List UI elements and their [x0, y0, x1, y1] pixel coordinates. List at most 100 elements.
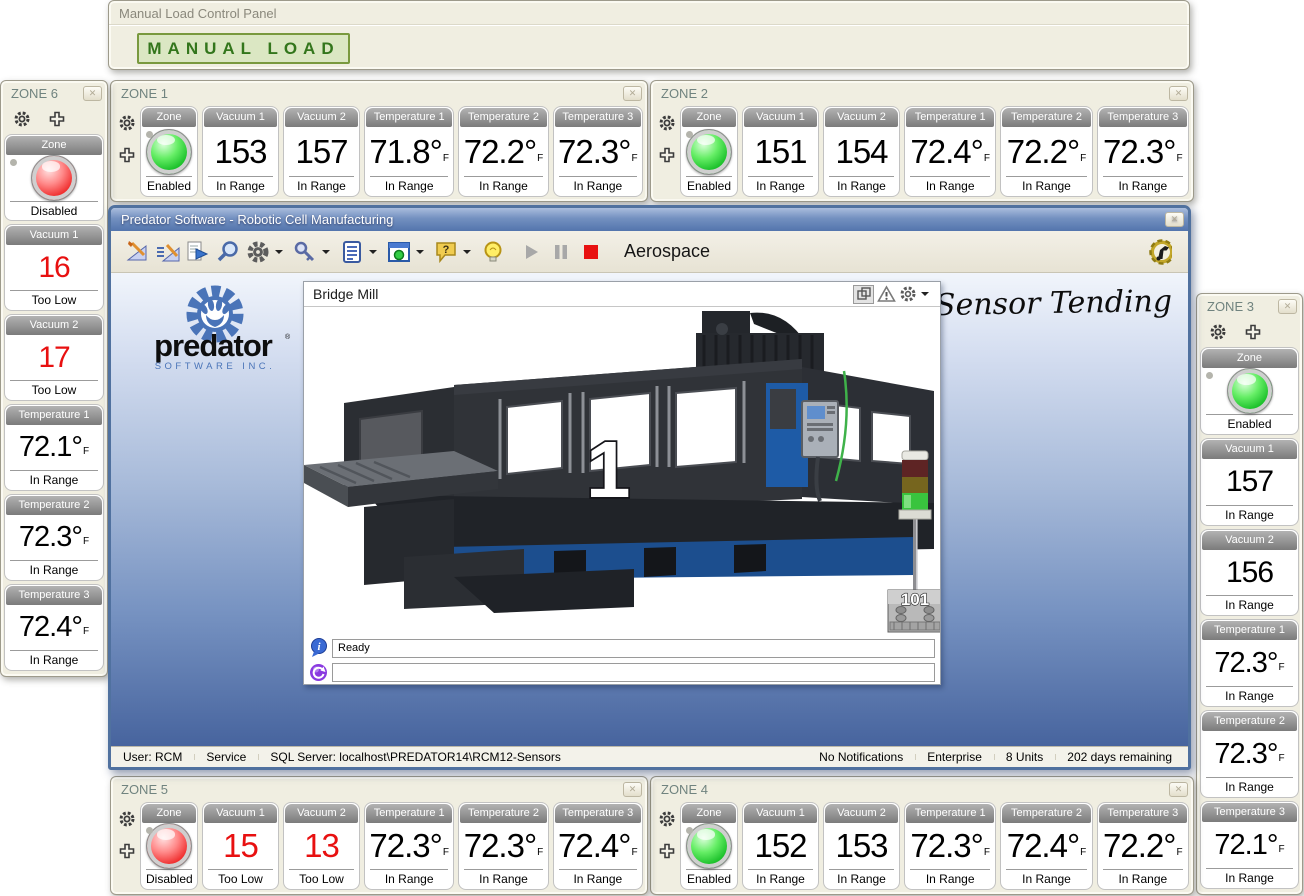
cell-status: In Range — [1103, 869, 1183, 889]
temperature-value: 72.2°F — [1007, 133, 1087, 171]
sensor-cell-temperature-3: Temperature 372.4°FIn Range — [4, 584, 104, 671]
add-sensor-icon[interactable] — [659, 147, 675, 163]
predator-logo: predator ® SOFTWARE INC. — [127, 281, 302, 381]
zone-title: ZONE 4 — [661, 782, 708, 797]
zone-5-titlebar[interactable]: ZONE 5 ✕ — [111, 777, 647, 800]
gear-icon[interactable] — [118, 810, 136, 828]
close-icon[interactable]: ✕ — [83, 86, 102, 101]
sensor-cell-temperature-2: Temperature 272.3°FIn Range — [1200, 710, 1299, 798]
gear-icon[interactable] — [13, 110, 31, 128]
cell-header: Vacuum 2 — [825, 108, 898, 127]
cell-header: Vacuum 2 — [825, 804, 898, 823]
cell-header: Vacuum 1 — [6, 226, 102, 245]
cell-header: Temperature 3 — [555, 108, 641, 127]
cell-header: Zone — [1202, 349, 1297, 368]
cell-indicator-dot — [146, 131, 153, 138]
close-icon[interactable]: ✕ — [623, 782, 642, 797]
status-window-dropdown-caret[interactable] — [416, 250, 424, 254]
link-view-icon[interactable] — [853, 285, 874, 304]
cell-value-area: 72.3°F — [365, 823, 453, 869]
export-report-icon[interactable] — [184, 238, 211, 265]
refresh-orb-icon[interactable] — [309, 663, 328, 682]
zone-1-titlebar[interactable]: ZONE 1 ✕ — [111, 81, 647, 104]
settings-gear-icon[interactable] — [244, 238, 271, 265]
cell-indicator-dot — [1206, 372, 1213, 379]
stop-icon[interactable] — [577, 238, 604, 265]
zone-2-titlebar[interactable]: ZONE 2 ✕ — [651, 81, 1193, 104]
manual-load-body: MANUAL LOAD — [109, 24, 1189, 69]
cell-header: Temperature 3 — [555, 804, 641, 823]
sensor-cell-zone: ZoneEnabled — [680, 106, 738, 197]
zone-4-titlebar[interactable]: ZONE 4 ✕ — [651, 777, 1193, 800]
cell-value-area: 72.4°F — [5, 605, 103, 650]
machine-options-caret[interactable] — [921, 292, 929, 296]
manual-load-titlebar[interactable]: Manual Load Control Panel — [109, 1, 1189, 24]
report-list-icon[interactable] — [338, 238, 365, 265]
cell-value-area: 13 — [284, 823, 359, 869]
security-key-icon[interactable] — [291, 238, 318, 265]
add-sensor-icon[interactable] — [659, 843, 675, 859]
cell-status: In Range — [464, 176, 542, 196]
main-window: Predator Software - Robotic Cell Manufac… — [108, 205, 1191, 770]
sensor-tending-watermark: Sensor Tending — [935, 284, 1173, 323]
cell-value-area: 157 — [284, 127, 359, 176]
add-sensor-icon[interactable] — [49, 111, 65, 127]
status-license: 202 days remaining — [1055, 750, 1184, 764]
close-icon[interactable]: ✕ — [623, 86, 642, 101]
gear-icon[interactable] — [1209, 323, 1227, 341]
play-icon[interactable] — [517, 238, 544, 265]
report-editor-icon[interactable] — [154, 238, 181, 265]
zone-3-titlebar[interactable]: ZONE 3 ✕ — [1197, 294, 1302, 317]
add-sensor-icon[interactable] — [1245, 324, 1261, 340]
help-dropdown-caret[interactable] — [463, 250, 471, 254]
alarm-warning-icon[interactable] — [877, 285, 896, 303]
report-designer-icon[interactable] — [124, 238, 151, 265]
temperature-value: 72.2°F — [1103, 827, 1183, 865]
sensor-cell-temperature-3: Temperature 372.3°FIn Range — [553, 106, 643, 197]
gear-icon[interactable] — [658, 810, 676, 828]
main-window-titlebar[interactable]: Predator Software - Robotic Cell Manufac… — [111, 208, 1188, 231]
manual-load-button[interactable]: MANUAL LOAD — [137, 33, 350, 64]
cell-status: In Range — [370, 176, 448, 196]
cell-value-area: 72.2°F — [1001, 127, 1091, 176]
settings-dropdown-caret[interactable] — [275, 250, 283, 254]
close-icon[interactable]: ✕ — [1278, 299, 1297, 314]
add-sensor-icon[interactable] — [119, 147, 135, 163]
cell-header: Temperature 1 — [366, 804, 452, 823]
status-sql-server: SQL Server: localhost\PREDATOR14\RCM12-S… — [258, 750, 573, 764]
cell-status: Too Low — [289, 869, 354, 889]
help-icon[interactable]: ? — [432, 238, 459, 265]
machine-settings-gear-icon[interactable] — [899, 285, 917, 303]
zone-6-titlebar[interactable]: ZONE 6 ✕ — [1, 81, 107, 104]
cell-indicator-dot — [686, 131, 693, 138]
temperature-value: 72.4°F — [558, 827, 638, 865]
main-window-title: Predator Software - Robotic Cell Manufac… — [121, 212, 393, 227]
sensor-cell-temperature-1: Temperature 172.4°FIn Range — [904, 106, 996, 197]
gear-icon[interactable] — [118, 114, 136, 132]
cell-status: In Range — [10, 470, 98, 490]
report-list-dropdown-caret[interactable] — [369, 250, 377, 254]
cell-value-area: 17 — [5, 335, 103, 380]
temperature-value: 71.8°F — [369, 133, 449, 171]
status-units: 8 Units — [994, 750, 1055, 764]
cell-header: Temperature 1 — [906, 804, 994, 823]
status-window-icon[interactable] — [385, 238, 412, 265]
status-mode: Service — [194, 750, 258, 764]
machine-message-field — [332, 663, 935, 682]
close-icon[interactable]: ✕ — [1169, 86, 1188, 101]
zoom-icon[interactable] — [214, 238, 241, 265]
cell-header: Temperature 2 — [1202, 712, 1297, 731]
close-icon[interactable]: ✕ — [1169, 782, 1188, 797]
add-sensor-icon[interactable] — [119, 843, 135, 859]
pause-icon[interactable] — [547, 238, 574, 265]
tip-lightbulb-icon[interactable] — [479, 238, 506, 265]
robot-cell-icon[interactable] — [1145, 238, 1172, 265]
gear-icon[interactable] — [658, 114, 676, 132]
svg-text:®: ® — [285, 333, 291, 341]
cell-status: Enabled — [1206, 414, 1293, 434]
cell-status: In Range — [1006, 869, 1086, 889]
security-dropdown-caret[interactable] — [322, 250, 330, 254]
cell-value-area: 72.4°F — [554, 823, 642, 869]
close-icon[interactable]: ✕ — [1165, 212, 1184, 227]
zone-led-green — [1227, 368, 1273, 414]
